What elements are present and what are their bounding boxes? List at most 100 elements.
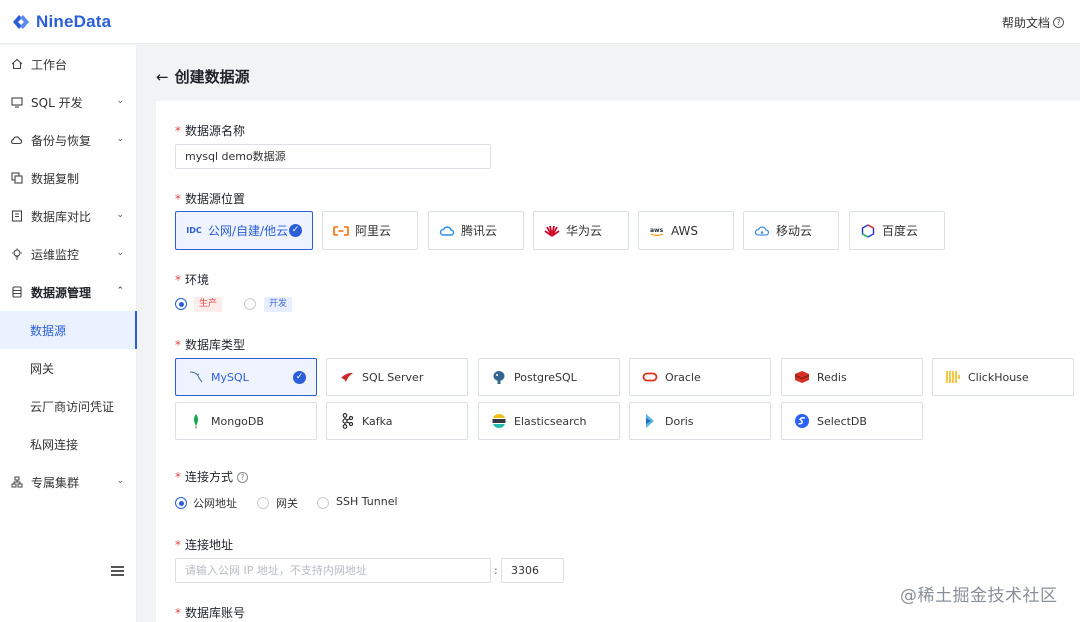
kafka-icon — [339, 413, 355, 429]
conn-ssh-radio[interactable] — [317, 497, 329, 509]
connection-address-label: * 连接地址 — [175, 536, 233, 553]
sidebar-item-sql-dev[interactable]: SQL 开发 ⌄ — [0, 83, 137, 121]
required-mark: * — [175, 273, 181, 287]
env-production-tag[interactable]: 生产 — [194, 297, 223, 312]
mysql-icon — [188, 369, 204, 385]
conn-ssh-label[interactable]: SSH Tunnel — [336, 495, 398, 508]
redis-icon — [794, 369, 810, 385]
dbtype-option-label: PostgreSQL — [514, 370, 577, 384]
location-option-aws[interactable]: aws AWS — [638, 211, 734, 250]
dbtype-option-elasticsearch[interactable]: Elasticsearch — [478, 402, 620, 440]
dbtype-option-postgresql[interactable]: PostgreSQL — [478, 358, 620, 396]
database-account-label: * 数据库账号 — [175, 604, 245, 621]
back-arrow-icon[interactable]: ← — [156, 68, 169, 86]
conn-gateway-radio[interactable] — [257, 497, 269, 509]
dbtype-option-oracle[interactable]: Oracle — [629, 358, 771, 396]
dbtype-option-mongodb[interactable]: MongoDB — [175, 402, 317, 440]
postgresql-icon — [491, 369, 507, 385]
bulb-icon — [10, 248, 23, 261]
sidebar-item-db-compare[interactable]: 数据库对比 ⌄ — [0, 197, 137, 235]
sidebar-item-label: 数据复制 — [31, 171, 80, 186]
dbtype-option-redis[interactable]: Redis — [781, 358, 923, 396]
dbtype-option-label: SelectDB — [817, 414, 867, 428]
dbtype-option-mysql[interactable]: MySQL ✓ — [175, 358, 317, 396]
location-option-mobile[interactable]: 移动云 — [743, 211, 839, 250]
label-text: 数据源位置 — [185, 192, 246, 206]
sidebar-item-label: 网关 — [30, 361, 55, 376]
sidebar-item-backup[interactable]: 备份与恢复 ⌄ — [0, 121, 137, 159]
top-bar: NineData 帮助文档 ? — [0, 0, 1080, 44]
dbtype-option-label: ClickHouse — [968, 370, 1029, 384]
compare-icon — [10, 210, 23, 223]
port-input[interactable]: 3306 — [501, 558, 564, 583]
sidebar-item-private-link[interactable]: 私网连接 — [0, 425, 137, 463]
ninedata-logo-icon — [11, 12, 31, 32]
sidebar-item-datasource[interactable]: 数据源 — [0, 311, 137, 349]
connection-method-label: * 连接方式? — [175, 468, 249, 485]
sidebar-item-replication[interactable]: 数据复制 — [0, 159, 137, 197]
required-mark: * — [175, 338, 181, 352]
conn-public-radio[interactable] — [175, 497, 187, 509]
sidebar-item-label: 备份与恢复 — [31, 133, 92, 148]
sidebar-item-gateway[interactable]: 网关 — [0, 349, 137, 387]
sidebar-item-label: 工作台 — [31, 57, 68, 72]
location-option-label: 移动云 — [776, 224, 813, 238]
aws-icon: aws — [649, 224, 665, 238]
dbtype-option-doris[interactable]: Doris — [629, 402, 771, 440]
conn-public-label[interactable]: 公网地址 — [193, 495, 237, 511]
dbtype-option-sqlserver[interactable]: SQL Server — [326, 358, 468, 396]
sidebar-item-dedicated-cluster[interactable]: 专属集群 ⌄ — [0, 463, 137, 501]
database-icon — [10, 286, 23, 299]
sidebar-item-label: 运维监控 — [31, 247, 80, 262]
sidebar: 工作台 SQL 开发 ⌄ 备份与恢复 ⌄ 数据复制 数据库对比 ⌄ 运维监控 ⌄ — [0, 45, 137, 622]
app-logo[interactable]: NineData — [11, 12, 111, 32]
idc-icon: IDC — [186, 226, 202, 235]
location-option-aliyun[interactable]: 阿里云 — [322, 211, 418, 250]
dbtype-option-label: Kafka — [362, 414, 393, 428]
env-production-radio[interactable] — [175, 298, 187, 310]
clickhouse-icon — [945, 369, 961, 385]
sidebar-item-label: SQL 开发 — [31, 95, 83, 110]
env-development-radio[interactable] — [244, 298, 256, 310]
home-icon — [10, 58, 23, 71]
sidebar-item-datasource-mgmt[interactable]: 数据源管理 ⌃ — [0, 273, 137, 311]
help-docs-label: 帮助文档 — [1001, 16, 1050, 30]
sidebar-item-cloud-credentials[interactable]: 云厂商访问凭证 — [0, 387, 137, 425]
dbtype-option-clickhouse[interactable]: ClickHouse — [932, 358, 1074, 396]
help-docs-link[interactable]: 帮助文档 ? — [1002, 14, 1064, 31]
datasource-name-input[interactable]: mysql demo数据源 — [175, 144, 491, 169]
conn-gateway-label[interactable]: 网关 — [276, 495, 298, 511]
location-option-baidu[interactable]: 百度云 — [849, 211, 945, 250]
sidebar-item-label: 云厂商访问凭证 — [30, 399, 115, 414]
sidebar-item-monitoring[interactable]: 运维监控 ⌄ — [0, 235, 137, 273]
datasource-location-label: * 数据源位置 — [175, 190, 245, 207]
location-option-public[interactable]: IDC 公网/自建/他云 ✓ — [175, 211, 313, 250]
sidebar-item-workbench[interactable]: 工作台 — [0, 45, 137, 83]
required-mark: * — [175, 538, 181, 552]
sqlserver-icon — [339, 369, 355, 385]
dbtype-option-kafka[interactable]: Kafka — [326, 402, 468, 440]
watermark: @稀土掘金技术社区 — [900, 586, 1058, 606]
env-development-tag[interactable]: 开发 — [264, 297, 293, 312]
dbtype-option-label: MongoDB — [211, 414, 264, 428]
location-option-label: 腾讯云 — [461, 224, 498, 238]
monitor-icon — [10, 96, 23, 109]
chevron-down-icon: ⌄ — [116, 134, 124, 144]
host-input[interactable]: 请输入公网 IP 地址，不支持内网地址 — [175, 558, 491, 583]
location-option-tencent[interactable]: 腾讯云 — [428, 211, 524, 250]
datasource-name-label: * 数据源名称 — [175, 122, 245, 139]
dbtype-option-selectdb[interactable]: SelectDB — [781, 402, 923, 440]
huawei-cloud-icon — [544, 224, 560, 238]
required-mark: * — [175, 606, 181, 620]
sidebar-item-label: 数据源管理 — [31, 285, 92, 300]
dbtype-option-label: MySQL — [211, 370, 249, 384]
location-option-huawei[interactable]: 华为云 — [533, 211, 629, 250]
oracle-icon — [642, 369, 658, 385]
collapse-sidebar-icon[interactable] — [111, 566, 124, 576]
question-icon[interactable]: ? — [237, 472, 249, 483]
dbtype-option-label: Redis — [817, 370, 847, 384]
elasticsearch-icon — [491, 413, 507, 429]
aliyun-icon — [333, 224, 349, 238]
page-title: 创建数据源 — [174, 68, 250, 86]
question-icon: ? — [1053, 17, 1064, 28]
